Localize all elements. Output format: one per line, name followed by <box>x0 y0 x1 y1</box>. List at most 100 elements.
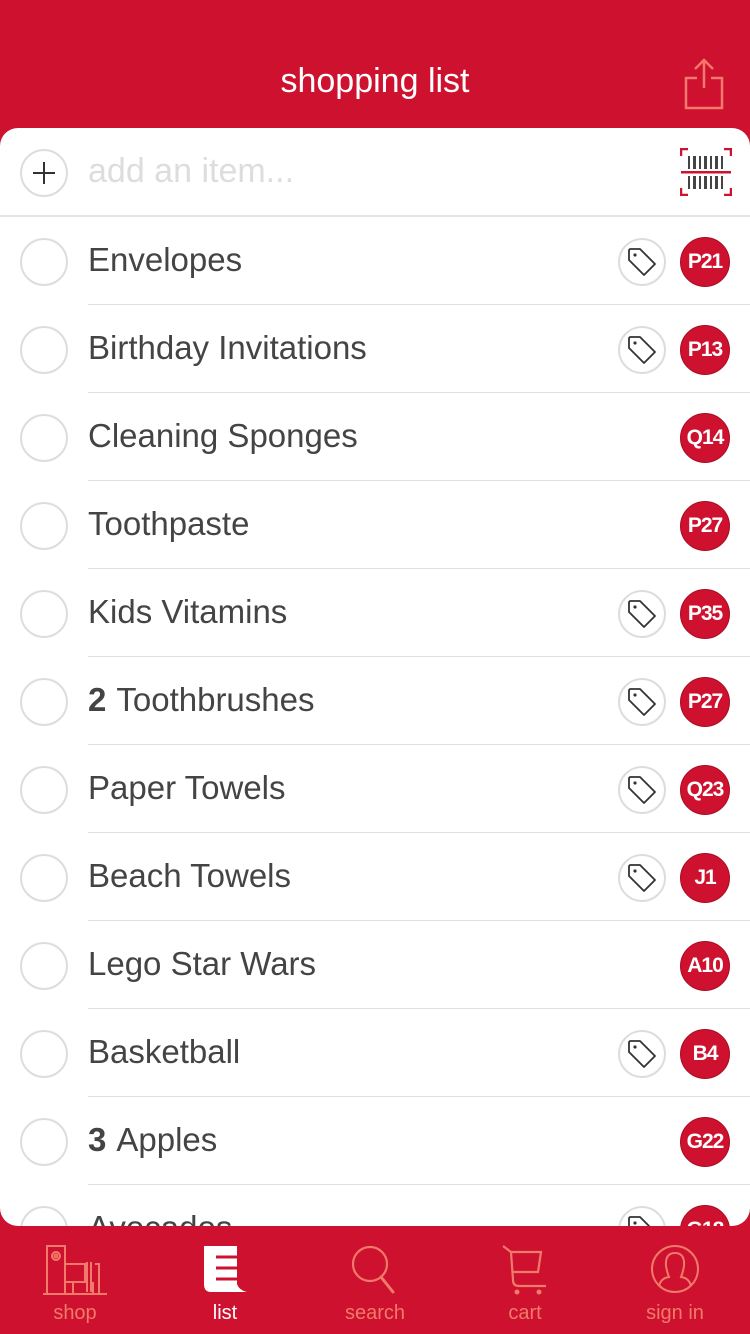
item-label: Apples <box>116 1121 218 1158</box>
item-name[interactable]: 3 Apples <box>88 1121 217 1159</box>
tab-label: shop <box>53 1302 97 1324</box>
item-list: Envelopes P21 Birthday Invitations P13 Clean… <box>0 217 750 1226</box>
item-checkbox[interactable] <box>20 678 68 726</box>
item-label: Toothbrushes <box>116 681 315 718</box>
aisle-badge[interactable]: P35 <box>680 589 730 639</box>
item-name[interactable]: Beach Towels <box>88 857 291 895</box>
tab-label: search <box>344 1302 406 1324</box>
tag-icon <box>628 336 656 364</box>
list-item[interactable]: Avocados G18 <box>0 1185 750 1226</box>
item-label: Lego Star Wars <box>88 945 317 982</box>
item-checkbox[interactable] <box>20 1118 68 1166</box>
tab-sign-in[interactable]: sign in <box>600 1226 750 1334</box>
item-name[interactable]: Avocados <box>88 1209 232 1226</box>
tab-bar: shop list search cart sign in <box>0 1226 750 1334</box>
add-item-button[interactable] <box>20 149 68 197</box>
tag-icon <box>628 600 656 628</box>
item-name[interactable]: Paper Towels <box>88 769 286 807</box>
item-label: Paper Towels <box>88 769 286 806</box>
aisle-badge[interactable]: A10 <box>680 941 730 991</box>
list-item[interactable]: 2 Toothbrushes P27 <box>0 657 750 745</box>
aisle-badge[interactable]: G18 <box>680 1205 730 1226</box>
user-icon <box>651 1245 699 1293</box>
item-checkbox[interactable] <box>20 502 68 550</box>
list-item[interactable]: Kids Vitamins P35 <box>0 569 750 657</box>
deal-tag-button[interactable] <box>618 854 666 902</box>
aisle-badge[interactable]: G22 <box>680 1117 730 1167</box>
item-name[interactable]: Kids Vitamins <box>88 593 287 631</box>
tab-list[interactable]: list <box>150 1226 300 1334</box>
aisle-badge[interactable]: P21 <box>680 237 730 287</box>
deal-tag-button[interactable] <box>618 1030 666 1078</box>
tag-icon <box>628 776 656 804</box>
deal-tag-button[interactable] <box>618 326 666 374</box>
item-name[interactable]: Birthday Invitations <box>88 329 367 367</box>
plus-icon <box>33 162 55 184</box>
add-item-input[interactable] <box>88 146 648 196</box>
item-checkbox[interactable] <box>20 326 68 374</box>
list-item[interactable]: Toothpaste P27 <box>0 481 750 569</box>
list-item[interactable]: Lego Star Wars A10 <box>0 921 750 1009</box>
item-checkbox[interactable] <box>20 854 68 902</box>
list-item[interactable]: Envelopes P21 <box>0 217 750 305</box>
deal-tag-button[interactable] <box>618 678 666 726</box>
aisle-badge[interactable]: P27 <box>680 501 730 551</box>
tag-icon <box>628 1040 656 1068</box>
tag-icon <box>628 248 656 276</box>
item-name[interactable]: Envelopes <box>88 241 242 279</box>
item-label: Envelopes <box>88 241 243 278</box>
add-item-row <box>0 128 750 217</box>
item-checkbox[interactable] <box>20 590 68 638</box>
deal-tag-button[interactable] <box>618 590 666 638</box>
item-name[interactable]: Cleaning Sponges <box>88 417 358 455</box>
shop-icon <box>43 1245 107 1295</box>
tab-label: list <box>212 1302 238 1324</box>
tab-search[interactable]: search <box>300 1226 450 1334</box>
tab-label: sign in <box>646 1302 704 1324</box>
cart-icon <box>502 1245 546 1295</box>
shopping-list-sheet: Envelopes P21 Birthday Invitations P13 Clean… <box>0 128 750 1226</box>
list-item[interactable]: Birthday Invitations P13 <box>0 305 750 393</box>
item-label: Birthday Invitations <box>88 329 367 366</box>
item-quantity: 3 <box>88 1121 107 1158</box>
header: shopping list <box>0 0 750 128</box>
search-icon <box>351 1245 395 1294</box>
item-checkbox[interactable] <box>20 414 68 462</box>
item-name[interactable]: Basketball <box>88 1033 240 1071</box>
list-item[interactable]: Beach Towels J1 <box>0 833 750 921</box>
tab-shop[interactable]: shop <box>0 1226 150 1334</box>
item-label: Kids Vitamins <box>88 593 288 630</box>
page-title: shopping list <box>280 62 470 100</box>
item-name[interactable]: Lego Star Wars <box>88 945 316 983</box>
aisle-badge[interactable]: J1 <box>680 853 730 903</box>
aisle-badge[interactable]: P27 <box>680 677 730 727</box>
item-label: Cleaning Sponges <box>88 417 358 454</box>
item-label: Basketball <box>88 1033 241 1070</box>
item-checkbox[interactable] <box>20 238 68 286</box>
deal-tag-button[interactable] <box>618 1206 666 1226</box>
item-quantity: 2 <box>88 681 107 718</box>
share-icon[interactable] <box>684 58 724 110</box>
item-checkbox[interactable] <box>20 1030 68 1078</box>
item-checkbox[interactable] <box>20 1206 68 1226</box>
deal-tag-button[interactable] <box>618 238 666 286</box>
aisle-badge[interactable]: Q23 <box>680 765 730 815</box>
item-checkbox[interactable] <box>20 942 68 990</box>
deal-tag-button[interactable] <box>618 766 666 814</box>
list-item[interactable]: Basketball B4 <box>0 1009 750 1097</box>
aisle-badge[interactable]: B4 <box>680 1029 730 1079</box>
item-checkbox[interactable] <box>20 766 68 814</box>
barcode-scan-icon[interactable] <box>680 148 732 196</box>
item-name[interactable]: 2 Toothbrushes <box>88 681 315 719</box>
list-item[interactable]: 3 Apples G22 <box>0 1097 750 1185</box>
aisle-badge[interactable]: P13 <box>680 325 730 375</box>
list-item[interactable]: Paper Towels Q23 <box>0 745 750 833</box>
tab-cart[interactable]: cart <box>450 1226 600 1334</box>
aisle-badge[interactable]: Q14 <box>680 413 730 463</box>
list-item[interactable]: Cleaning Sponges Q14 <box>0 393 750 481</box>
tag-icon <box>628 864 656 892</box>
item-name[interactable]: Toothpaste <box>88 505 249 543</box>
item-label: Toothpaste <box>88 505 250 542</box>
tag-icon <box>628 688 656 716</box>
list-icon <box>204 1246 247 1292</box>
